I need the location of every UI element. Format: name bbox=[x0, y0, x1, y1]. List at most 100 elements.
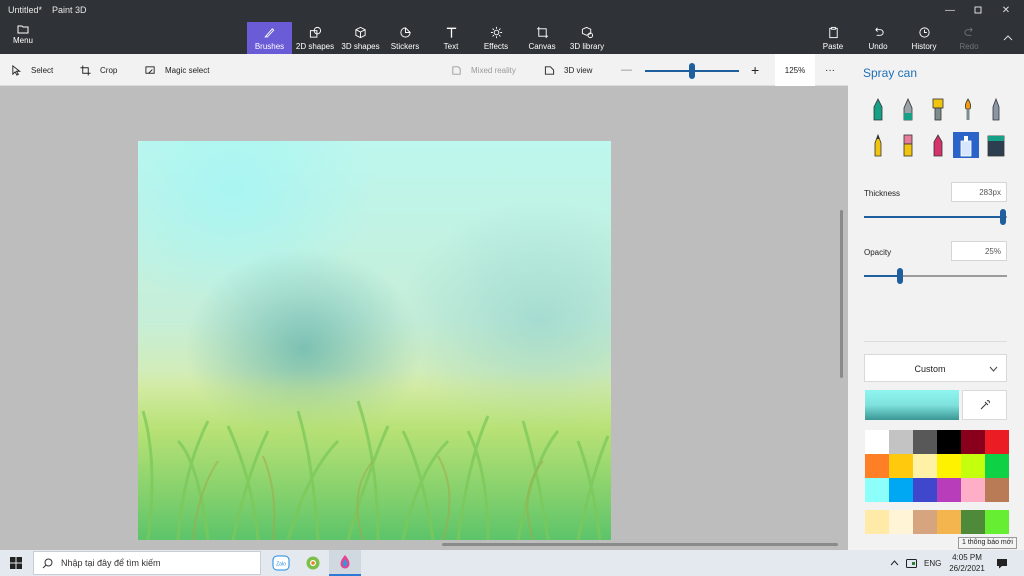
color-swatch[interactable] bbox=[937, 430, 961, 454]
browser-app[interactable] bbox=[297, 550, 329, 576]
color-swatch[interactable] bbox=[865, 454, 889, 478]
zoom-in-button[interactable]: + bbox=[751, 54, 759, 86]
pencil-brush[interactable] bbox=[865, 132, 891, 158]
color-swatch[interactable] bbox=[889, 430, 913, 454]
custom-color-swatch[interactable] bbox=[937, 510, 961, 534]
maximize-button[interactable] bbox=[966, 2, 990, 18]
horizontal-scrollbar[interactable] bbox=[442, 543, 838, 546]
eyedropper-icon bbox=[980, 400, 990, 410]
tab-2d-shapes[interactable]: 2D shapes bbox=[294, 22, 336, 54]
zalo-icon: Zalo bbox=[272, 555, 290, 571]
color-swatch[interactable] bbox=[889, 478, 913, 502]
tray-app-icon[interactable] bbox=[906, 550, 917, 576]
brush-icon bbox=[264, 28, 275, 38]
select-tool[interactable]: Select bbox=[11, 54, 53, 86]
fill-brush[interactable] bbox=[983, 132, 1009, 158]
redo-button[interactable]: Redo bbox=[956, 22, 982, 54]
thickness-input[interactable]: 283px bbox=[951, 182, 1007, 202]
drawing-canvas[interactable] bbox=[138, 141, 611, 540]
undo-button[interactable]: Undo bbox=[864, 22, 892, 54]
calligraphy-pen-icon bbox=[903, 98, 913, 121]
mixed-reality-button[interactable]: Mixed reality bbox=[451, 54, 516, 86]
taskbar-search[interactable]: Nhập tại đây để tìm kiếm bbox=[33, 551, 261, 575]
title-ribbon-bar: Untitled* Paint 3D — ✕ Menu Brushes 2D s… bbox=[0, 0, 1024, 54]
paint-3d-app[interactable] bbox=[329, 550, 361, 576]
eraser-brush[interactable] bbox=[895, 132, 921, 158]
custom-color-swatch[interactable] bbox=[913, 510, 937, 534]
spray-can-brush[interactable] bbox=[953, 132, 979, 158]
color-swatch[interactable] bbox=[937, 478, 961, 502]
library-icon bbox=[581, 26, 593, 39]
thickness-slider-fill bbox=[864, 216, 1003, 218]
redo-icon bbox=[963, 27, 973, 36]
collapse-ribbon-button[interactable] bbox=[996, 30, 1020, 46]
watercolor-brush[interactable] bbox=[955, 96, 981, 122]
eyedropper-button[interactable] bbox=[962, 390, 1007, 420]
tab-text[interactable]: Text bbox=[436, 22, 466, 54]
minimize-button[interactable]: — bbox=[938, 2, 962, 18]
tab-3d-library[interactable]: 3D library bbox=[568, 22, 606, 54]
taskbar: Nhập tại đây để tìm kiếm Zalo ENG 4:05 P… bbox=[0, 550, 1024, 576]
color-swatch[interactable] bbox=[913, 454, 937, 478]
document-title: Untitled* bbox=[8, 5, 43, 15]
color-swatch[interactable] bbox=[937, 454, 961, 478]
tray-overflow-button[interactable] bbox=[890, 550, 899, 576]
tab-canvas[interactable]: Canvas bbox=[526, 22, 558, 54]
crayon-icon bbox=[933, 134, 943, 157]
more-options-button[interactable]: ··· bbox=[825, 54, 835, 86]
crayon-brush[interactable] bbox=[925, 132, 951, 158]
paste-button[interactable]: Paste bbox=[820, 22, 846, 54]
color-swatch[interactable] bbox=[961, 454, 985, 478]
zoom-slider-thumb[interactable] bbox=[689, 63, 695, 79]
zoom-out-button[interactable]: — bbox=[621, 54, 632, 86]
tab-3d-shapes[interactable]: 3D shapes bbox=[339, 22, 382, 54]
thickness-slider-thumb[interactable] bbox=[999, 209, 1006, 225]
opacity-input[interactable]: 25% bbox=[951, 241, 1007, 261]
marker-brush[interactable] bbox=[865, 96, 891, 122]
magic-select-icon bbox=[145, 65, 155, 74]
language-indicator[interactable]: ENG bbox=[924, 550, 941, 576]
color-swatch[interactable] bbox=[865, 478, 889, 502]
history-button[interactable]: History bbox=[908, 22, 940, 54]
color-swatch[interactable] bbox=[985, 478, 1009, 502]
clock[interactable]: 4:05 PM 26/2/2021 bbox=[948, 550, 986, 576]
crop-tool[interactable]: Crop bbox=[80, 54, 117, 86]
custom-color-swatch[interactable] bbox=[865, 510, 889, 534]
color-swatch[interactable] bbox=[961, 430, 985, 454]
color-swatch[interactable] bbox=[985, 430, 1009, 454]
sticker-icon bbox=[399, 27, 411, 38]
color-swatch[interactable] bbox=[913, 478, 937, 502]
chevron-up-icon bbox=[1003, 35, 1013, 41]
close-button[interactable]: ✕ bbox=[994, 2, 1018, 18]
notification-center-button[interactable] bbox=[996, 550, 1008, 576]
opacity-slider-thumb[interactable] bbox=[896, 268, 903, 284]
pixel-pen-brush[interactable] bbox=[983, 96, 1009, 122]
restore-icon bbox=[974, 6, 982, 14]
palette-dropdown[interactable]: Custom bbox=[864, 354, 1007, 382]
vertical-scrollbar[interactable] bbox=[840, 210, 843, 378]
color-swatch[interactable] bbox=[865, 430, 889, 454]
magic-select-tool[interactable]: Magic select bbox=[145, 54, 209, 86]
3d-view-button[interactable]: 3D view bbox=[544, 54, 592, 86]
custom-color-swatch[interactable] bbox=[985, 510, 1009, 534]
tab-brushes[interactable]: Brushes bbox=[247, 22, 292, 54]
color-swatch[interactable] bbox=[985, 454, 1009, 478]
paint-3d-icon bbox=[340, 555, 350, 569]
opacity-slider-fill bbox=[864, 275, 900, 277]
eraser-icon bbox=[903, 134, 913, 157]
window-title: Untitled* Paint 3D bbox=[8, 5, 87, 15]
menu-button[interactable]: Menu bbox=[6, 24, 40, 52]
zoom-level[interactable]: 125% bbox=[775, 54, 815, 86]
zalo-app[interactable]: Zalo bbox=[265, 550, 297, 576]
current-color-swatch[interactable] bbox=[865, 390, 959, 420]
calligraphy-pen-brush[interactable] bbox=[895, 96, 921, 122]
custom-color-swatch[interactable] bbox=[889, 510, 913, 534]
tab-stickers[interactable]: Stickers bbox=[386, 22, 424, 54]
color-swatch[interactable] bbox=[889, 454, 913, 478]
custom-color-swatch[interactable] bbox=[961, 510, 985, 534]
tab-effects[interactable]: Effects bbox=[481, 22, 511, 54]
color-swatch[interactable] bbox=[913, 430, 937, 454]
color-swatch[interactable] bbox=[961, 478, 985, 502]
oil-brush[interactable] bbox=[925, 96, 951, 122]
start-button[interactable] bbox=[0, 550, 32, 576]
